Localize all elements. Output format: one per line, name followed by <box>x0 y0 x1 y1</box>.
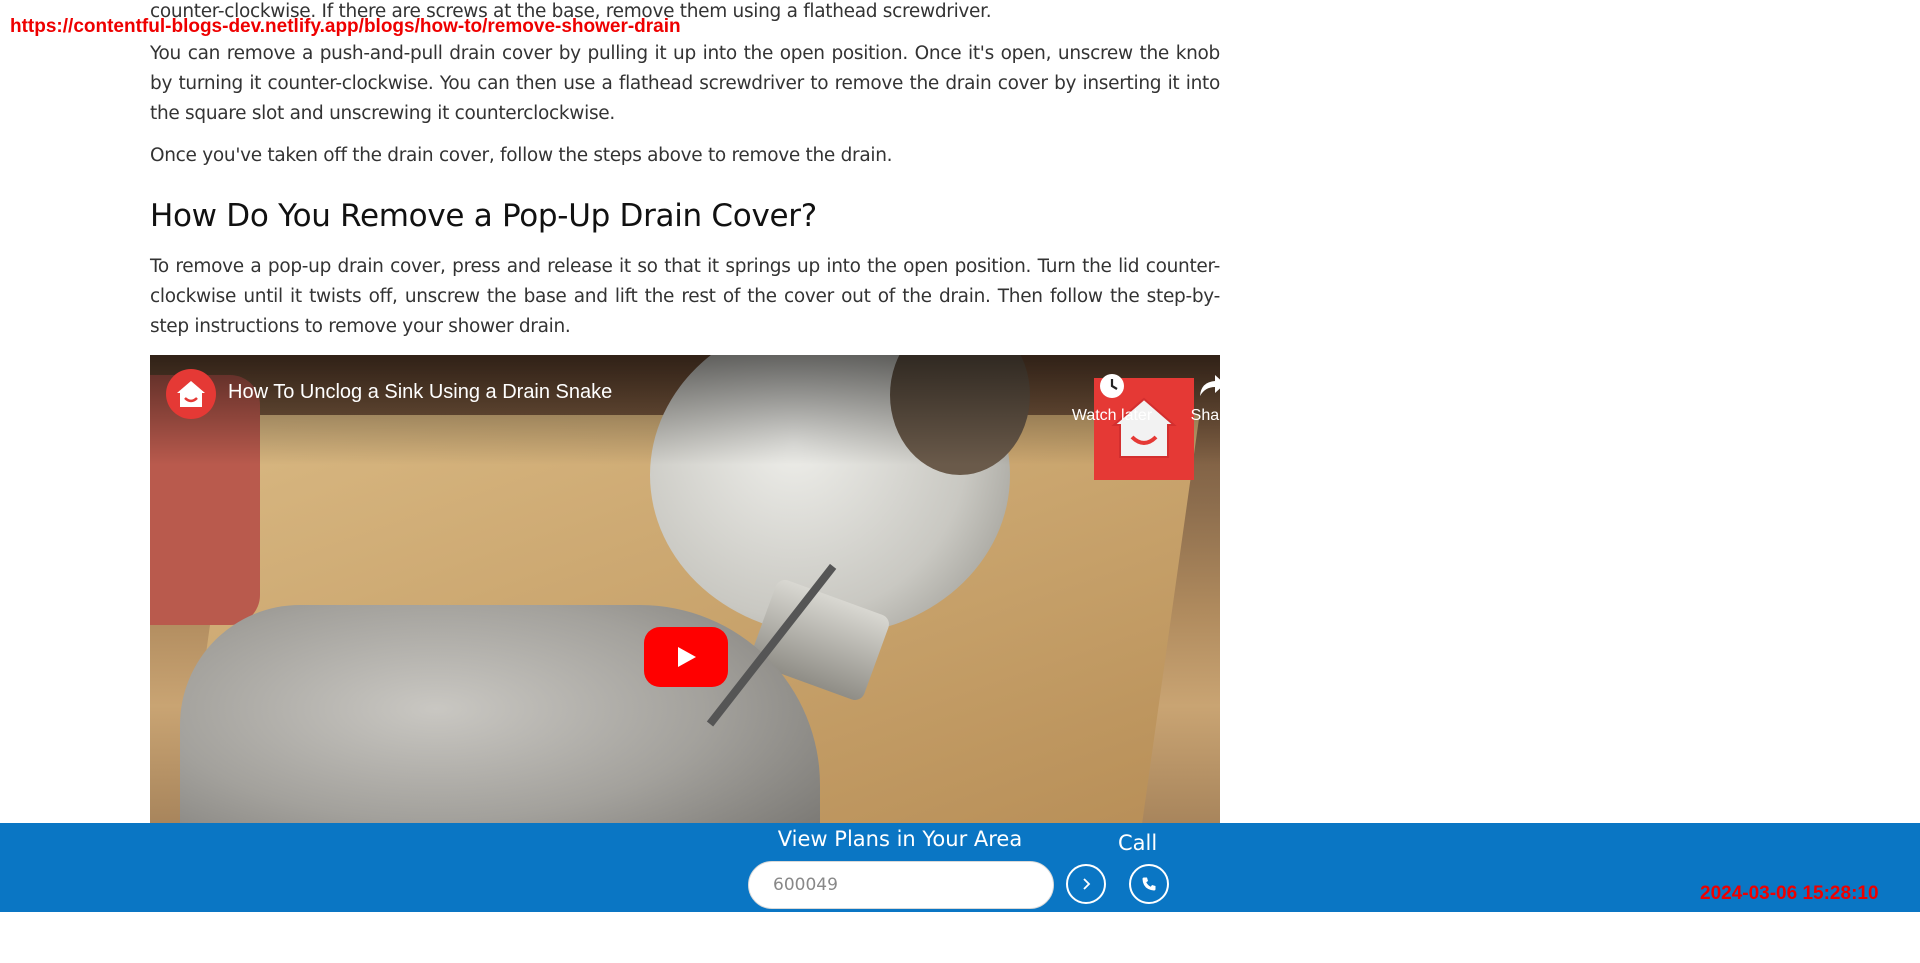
submit-zip-button[interactable] <box>1066 864 1106 904</box>
play-button[interactable] <box>644 627 728 687</box>
phone-icon <box>1142 877 1156 891</box>
watch-later-button[interactable]: Watch later <box>1062 371 1162 425</box>
article-paragraph: You can remove a push-and-pull drain cov… <box>150 43 1220 124</box>
video-embed[interactable]: How To Unclog a Sink Using a Drain Snake… <box>150 355 1220 823</box>
call-button[interactable] <box>1129 864 1169 904</box>
clock-icon <box>1062 371 1162 401</box>
chevron-right-icon <box>1083 878 1091 890</box>
call-label: Call <box>1118 831 1158 855</box>
view-plans-bar: View Plans in Your Area Call <box>0 823 1920 912</box>
article-paragraph: Once you've taken off the drain cover, f… <box>150 145 893 166</box>
share-button[interactable]: Share <box>1162 371 1220 425</box>
watch-later-label: Watch later <box>1071 407 1153 424</box>
play-icon <box>678 647 696 667</box>
share-icon <box>1162 371 1220 401</box>
article-paragraph: To remove a pop-up drain cover, press an… <box>150 256 1220 337</box>
channel-logo-icon[interactable] <box>166 369 216 419</box>
timestamp-overlay: 2024-03-06 15:28:10 <box>1700 883 1879 904</box>
video-title[interactable]: How To Unclog a Sink Using a Drain Snake <box>228 381 612 404</box>
view-plans-title: View Plans in Your Area <box>777 827 1023 851</box>
url-overlay: https://contentful-blogs-dev.netlify.app… <box>10 16 681 37</box>
share-label: Share <box>1190 407 1220 424</box>
section-heading: How Do You Remove a Pop-Up Drain Cover? <box>150 198 817 234</box>
zip-code-input[interactable] <box>748 861 1054 909</box>
